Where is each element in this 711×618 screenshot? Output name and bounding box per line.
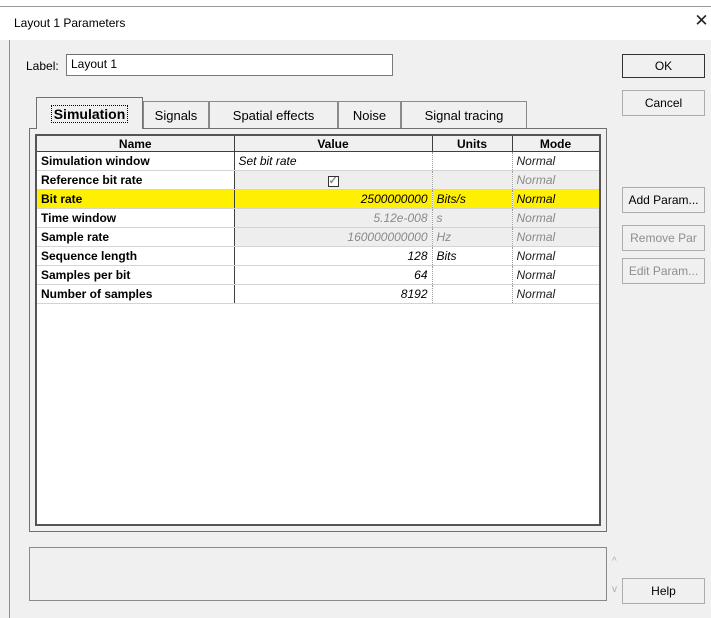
tab-simulation-label: Simulation <box>50 104 129 123</box>
window-top-border <box>0 6 711 7</box>
table-row[interactable]: Sample rate 160000000000 Hz Normal <box>37 227 599 247</box>
param-mode[interactable]: Normal <box>512 208 599 228</box>
param-units[interactable] <box>432 265 513 285</box>
param-mode[interactable]: Normal <box>512 189 599 209</box>
table-row[interactable]: Reference bit rate ✓ Normal <box>37 170 599 190</box>
param-mode[interactable]: Normal <box>512 265 599 285</box>
param-value[interactable]: Set bit rate <box>234 151 433 171</box>
param-value[interactable]: 8192 <box>234 284 433 304</box>
column-header-mode[interactable]: Mode <box>512 136 599 152</box>
param-mode[interactable]: Normal <box>512 284 599 304</box>
param-name[interactable]: Time window <box>37 208 235 228</box>
param-units[interactable] <box>432 170 513 190</box>
tab-signal-tracing[interactable]: Signal tracing <box>401 101 527 128</box>
param-value[interactable]: ✓ <box>234 170 433 190</box>
param-units[interactable]: s <box>432 208 513 228</box>
param-name[interactable]: Reference bit rate <box>37 170 235 190</box>
cancel-button[interactable]: Cancel <box>622 90 705 116</box>
table-row[interactable]: Simulation window Set bit rate Normal <box>37 151 599 171</box>
param-value[interactable]: 2500000000 <box>234 189 433 209</box>
param-name[interactable]: Sample rate <box>37 227 235 247</box>
param-units[interactable]: Bits/s <box>432 189 513 209</box>
edit-param-button[interactable]: Edit Param... <box>622 258 705 284</box>
param-mode[interactable]: Normal <box>512 170 599 190</box>
close-icon[interactable]: ✕ <box>692 10 711 32</box>
label-input[interactable]: Layout 1 <box>66 54 393 76</box>
description-box: ^ v <box>29 547 617 601</box>
param-value[interactable]: 128 <box>234 246 433 266</box>
remove-param-button[interactable]: Remove Par <box>622 225 705 251</box>
table-row[interactable]: Time window 5.12e-008 s Normal <box>37 208 599 228</box>
checkbox-checked-icon[interactable]: ✓ <box>327 176 339 187</box>
column-header-name[interactable]: Name <box>37 136 235 152</box>
table-row[interactable]: Samples per bit 64 Normal <box>37 265 599 285</box>
param-units[interactable]: Bits <box>432 246 513 266</box>
table-row-selected[interactable]: Bit rate 2500000000 Bits/s Normal <box>37 189 599 209</box>
left-edge-line <box>9 40 10 618</box>
parameter-grid: Name Value Units Mode Simulation window … <box>35 134 601 526</box>
table-row[interactable]: Number of samples 8192 Normal <box>37 284 599 304</box>
param-mode[interactable]: Normal <box>512 246 599 266</box>
param-value[interactable]: 5.12e-008 <box>234 208 433 228</box>
parameter-table: Name Value Units Mode Simulation window … <box>37 136 599 304</box>
tab-spatial-effects[interactable]: Spatial effects <box>209 101 338 128</box>
tab-simulation[interactable]: Simulation <box>36 97 143 129</box>
column-header-value[interactable]: Value <box>234 136 433 152</box>
table-row[interactable]: Sequence length 128 Bits Normal <box>37 246 599 266</box>
param-name[interactable]: Simulation window <box>37 151 235 171</box>
add-param-button[interactable]: Add Param... <box>622 187 705 213</box>
param-units[interactable] <box>432 284 513 304</box>
ok-button[interactable]: OK <box>622 54 705 78</box>
param-mode[interactable]: Normal <box>512 227 599 247</box>
help-button[interactable]: Help <box>622 578 705 604</box>
tab-panel: Name Value Units Mode Simulation window … <box>29 128 607 532</box>
tab-signals[interactable]: Signals <box>143 101 209 128</box>
window-title: Layout 1 Parameters <box>14 16 126 30</box>
param-name[interactable]: Bit rate <box>37 189 235 209</box>
param-value[interactable]: 160000000000 <box>234 227 433 247</box>
scroll-up-icon[interactable]: ^ <box>612 556 617 567</box>
title-bar: Layout 1 Parameters ✕ <box>0 0 711 40</box>
tab-noise[interactable]: Noise <box>338 101 401 128</box>
param-name[interactable]: Sequence length <box>37 246 235 266</box>
label-caption: Label: <box>26 59 59 73</box>
scroll-down-icon[interactable]: v <box>612 584 617 595</box>
param-mode[interactable]: Normal <box>512 151 599 171</box>
param-units[interactable]: Hz <box>432 227 513 247</box>
param-name[interactable]: Samples per bit <box>37 265 235 285</box>
header-row: Name Value Units Mode <box>37 136 599 152</box>
param-units[interactable] <box>432 151 513 171</box>
param-name[interactable]: Number of samples <box>37 284 235 304</box>
param-value[interactable]: 64 <box>234 265 433 285</box>
column-header-units[interactable]: Units <box>432 136 513 152</box>
